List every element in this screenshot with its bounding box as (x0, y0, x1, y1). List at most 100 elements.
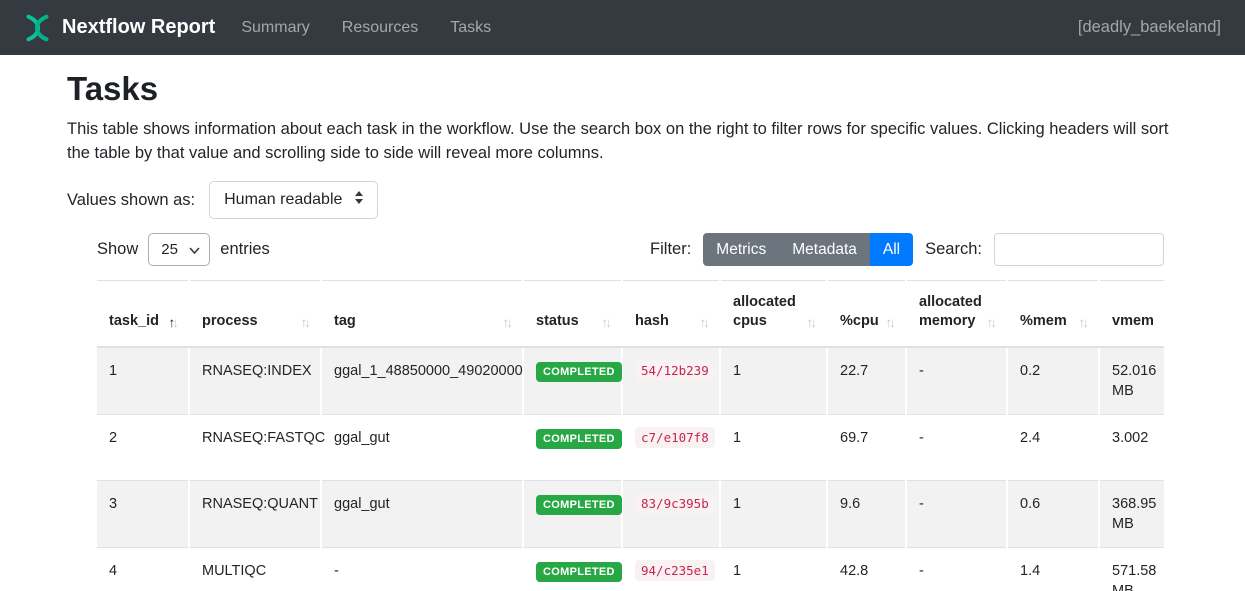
filter-button-metrics[interactable]: Metrics (703, 233, 779, 266)
cell-pct_mem: 0.6 (1007, 481, 1099, 548)
filter-button-metadata[interactable]: Metadata (779, 233, 870, 266)
search-input[interactable] (994, 233, 1164, 266)
filter-search-controls: Filter: MetricsMetadataAll Search: (650, 233, 1164, 266)
column-label: %cpu (840, 313, 879, 329)
cell-process: RNASEQ:QUANT (189, 481, 321, 548)
cell-task_id: 1 (97, 347, 189, 415)
show-label: Show (97, 240, 138, 259)
values-shown-select[interactable]: Human readable (209, 181, 378, 219)
column-label: process (202, 313, 258, 329)
column-header-process[interactable]: process ↑↓ (189, 281, 321, 348)
page-description: This table shows information about each … (67, 117, 1169, 165)
task-hash: c7/e107f8 (635, 427, 715, 448)
cell-pct_cpu: 22.7 (827, 347, 906, 415)
cell-pct_cpu: 42.8 (827, 548, 906, 591)
cell-process: RNASEQ:FASTQC (189, 415, 321, 481)
column-label: task_id (109, 313, 159, 329)
cell-task_id: 2 (97, 415, 189, 481)
navbar: Nextflow Report Summary Resources Tasks [d… (0, 0, 1245, 55)
sort-icon: ↑↓ (301, 313, 312, 332)
filter-button-all[interactable]: All (870, 233, 913, 266)
task-hash: 83/9c395b (635, 493, 715, 514)
column-label: hash (635, 313, 669, 329)
sort-icon: ↑↓ (602, 313, 613, 332)
column-header-allocated_memory[interactable]: allocated memory ↑↓ (906, 281, 1007, 348)
cell-allocated_memory: - (906, 415, 1007, 481)
updown-caret-icon (354, 190, 364, 210)
column-header-tag[interactable]: tag ↑↓ (321, 281, 523, 348)
table-body: 1RNASEQ:INDEXggal_1_48850000_49020000COM… (97, 347, 1164, 591)
table-row: 2RNASEQ:FASTQCggal_gut COMPLETED c7/e107f8… (97, 415, 1164, 481)
column-header-pct_mem[interactable]: %mem↑↓ (1007, 281, 1099, 348)
cell-tag: - (321, 548, 523, 591)
column-header-status[interactable]: status ↑↓ (523, 281, 622, 348)
page-length-value: 25 (161, 241, 178, 258)
values-shown-label: Values shown as: (67, 191, 195, 210)
cell-pct_cpu: 69.7 (827, 415, 906, 481)
column-header-pct_cpu[interactable]: %cpu ↑↓ (827, 281, 906, 348)
cell-status: COMPLETED (523, 415, 622, 481)
tasks-table: task_id↑↓process↑↓tag↑↓status↑↓hash↑↓all… (97, 280, 1164, 591)
nav-link-tasks[interactable]: Tasks (450, 19, 491, 37)
cell-allocated_cpus: 1 (720, 548, 827, 591)
column-header-hash[interactable]: hash ↑↓ (622, 281, 720, 348)
cell-hash: 54/12b239 (622, 347, 720, 415)
status-badge: COMPLETED (536, 429, 622, 449)
column-label: allocated memory (919, 294, 982, 329)
table-row: 4MULTIQC-COMPLETED94/c235e1142.8-1.4571.… (97, 548, 1164, 591)
cell-hash: 94/c235e1 (622, 548, 720, 591)
sort-icon: ↑↓ (503, 313, 514, 332)
cell-hash: c7/e107f8 (622, 415, 720, 481)
column-label: allocated cpus (733, 294, 796, 329)
values-shown-selected: Human readable (224, 191, 342, 209)
sort-icon: ↑↓ (700, 313, 711, 332)
cell-allocated_cpus: 1 (720, 415, 827, 481)
values-shown-row: Values shown as: Human readable (67, 181, 1178, 219)
table-row: 3RNASEQ:QUANTggal_gutCOMPLETED83/9c395b1… (97, 481, 1164, 548)
sort-desc-arrow: ↓ (810, 313, 817, 332)
cell-process: MULTIQC (189, 548, 321, 591)
status-badge: COMPLETED (536, 362, 622, 382)
cell-tag: ggal_gut (321, 481, 523, 548)
column-label: tag (334, 313, 356, 329)
entries-label: entries (220, 240, 270, 259)
column-header-allocated_cpus[interactable]: allocated cpus ↑↓ (720, 281, 827, 348)
filter-button-group: MetricsMetadataAll (703, 233, 913, 266)
table-scroll-container[interactable]: task_id↑↓process↑↓tag↑↓status↑↓hash↑↓all… (97, 280, 1164, 591)
column-header-vmem[interactable]: vmem↑↓ (1099, 281, 1164, 348)
sort-desc-arrow: ↓ (889, 313, 896, 332)
nextflow-logo-icon (24, 13, 51, 43)
cell-allocated_memory: - (906, 481, 1007, 548)
cell-status: COMPLETED (523, 548, 622, 591)
cell-pct_cpu: 9.6 (827, 481, 906, 548)
main-content: Tasks This table shows information about… (0, 55, 1245, 591)
page-length-select[interactable]: 25 (148, 233, 210, 266)
cell-process: RNASEQ:INDEX (189, 347, 321, 415)
sort-desc-arrow: ↓ (605, 313, 612, 332)
cell-pct_mem: 2.4 (1007, 415, 1099, 481)
column-label: status (536, 313, 579, 329)
sort-icon: ↑↓ (987, 313, 998, 332)
search-label: Search: (925, 240, 982, 259)
status-badge: COMPLETED (536, 562, 622, 582)
cell-allocated_cpus: 1 (720, 481, 827, 548)
cell-status: COMPLETED (523, 347, 622, 415)
brand-link[interactable]: Nextflow Report (24, 13, 215, 43)
status-badge: COMPLETED (536, 495, 622, 515)
column-header-task_id[interactable]: task_id↑↓ (97, 281, 189, 348)
cell-tag: ggal_1_48850000_49020000 (321, 347, 523, 415)
chevron-down-icon (189, 241, 200, 258)
column-label: vmem (1112, 313, 1154, 329)
cell-allocated_memory: - (906, 347, 1007, 415)
cell-pct_mem: 1.4 (1007, 548, 1099, 591)
sort-icon: ↑↓ (807, 313, 818, 332)
nav-link-summary[interactable]: Summary (241, 19, 309, 37)
cell-allocated_memory: - (906, 548, 1007, 591)
cell-vmem: 3.002 (1099, 415, 1164, 481)
cell-tag: ggal_gut (321, 415, 523, 481)
nav-link-resources[interactable]: Resources (342, 19, 418, 37)
sort-icon: ↑↓ (886, 313, 897, 332)
run-name: [deadly_baekeland] (1078, 18, 1221, 37)
cell-vmem: 368.95 MB (1099, 481, 1164, 548)
cell-task_id: 4 (97, 548, 189, 591)
